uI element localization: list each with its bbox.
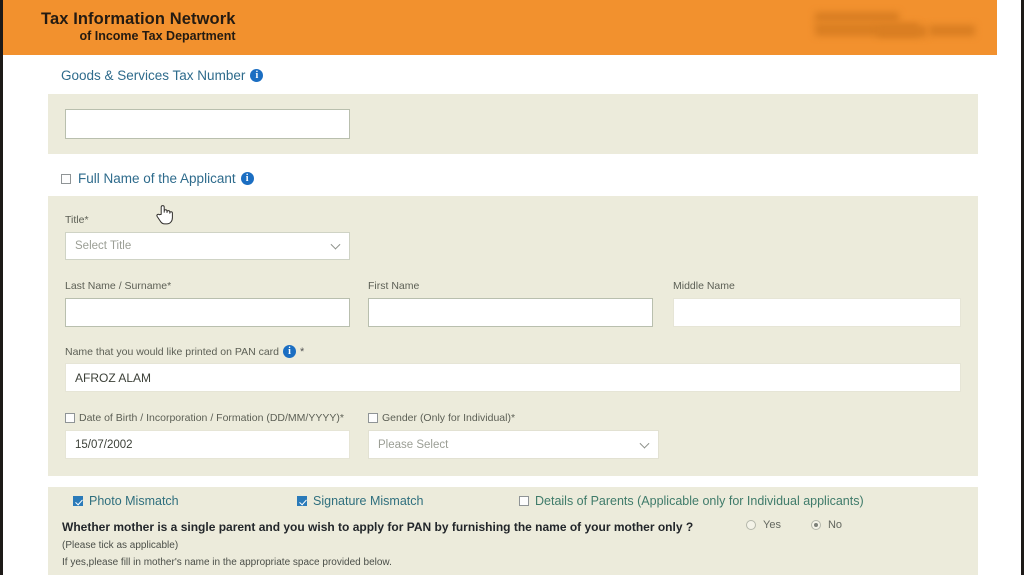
single-parent-no-radio[interactable] bbox=[810, 520, 821, 530]
pan-name-label: Name that you would like printed on PAN … bbox=[65, 345, 304, 358]
full-name-section-title: Full Name of the Applicant i bbox=[61, 171, 254, 186]
middle-name-input[interactable] bbox=[673, 298, 961, 327]
details-of-parents-checkbox[interactable] bbox=[519, 496, 529, 506]
title-label: Title* bbox=[65, 214, 89, 226]
signature-mismatch-checkbox[interactable] bbox=[297, 496, 307, 506]
single-parent-note-1: (Please tick as applicable) bbox=[62, 540, 179, 551]
gst-panel bbox=[48, 94, 978, 154]
brand-subtitle: of Income Tax Department bbox=[79, 28, 236, 43]
mismatch-panel: Photo Mismatch Signature Mismatch Detail… bbox=[48, 487, 978, 575]
dob-input[interactable] bbox=[65, 430, 350, 459]
first-name-input[interactable] bbox=[368, 298, 653, 327]
chevron-down-icon bbox=[639, 438, 650, 449]
dob-label-text: Date of Birth / Incorporation / Formatio… bbox=[79, 412, 344, 424]
single-parent-radio-group[interactable]: Yes No bbox=[746, 519, 842, 531]
dob-label: Date of Birth / Incorporation / Formatio… bbox=[65, 412, 344, 424]
page-body: Tax Information Network of Income Tax De… bbox=[3, 0, 1021, 575]
gender-label: Gender (Only for Individual)* bbox=[368, 412, 515, 424]
site-logo[interactable]: Tax Information Network of Income Tax De… bbox=[41, 10, 236, 43]
single-parent-no-label: No bbox=[827, 519, 843, 531]
info-icon[interactable]: i bbox=[250, 69, 264, 82]
gst-number-input[interactable] bbox=[65, 109, 350, 139]
title-select-value: Select Title bbox=[75, 240, 132, 252]
last-name-input[interactable] bbox=[65, 298, 350, 327]
pan-printed-name-input[interactable] bbox=[65, 363, 961, 392]
full-name-section-checkbox[interactable] bbox=[61, 173, 71, 184]
last-name-label: Last Name / Surname* bbox=[65, 280, 172, 292]
middle-name-label: Middle Name bbox=[673, 280, 735, 292]
title-select[interactable]: Select Title bbox=[65, 232, 350, 260]
details-of-parents-option[interactable]: Details of Parents (Applicable only for … bbox=[519, 494, 864, 508]
dob-checkbox[interactable] bbox=[65, 413, 75, 423]
single-parent-note-2: If yes,please fill in mother's name in t… bbox=[62, 557, 392, 568]
full-name-section-label: Full Name of the Applicant bbox=[78, 171, 236, 186]
pan-name-label-text: Name that you would like printed on PAN … bbox=[65, 345, 279, 358]
blurred-logo-icon bbox=[759, 10, 975, 44]
gst-section-title: Goods & Services Tax Number i bbox=[61, 68, 264, 83]
single-parent-question: Whether mother is a single parent and yo… bbox=[62, 520, 694, 534]
info-icon[interactable]: i bbox=[283, 345, 296, 358]
signature-mismatch-option[interactable]: Signature Mismatch bbox=[297, 494, 423, 508]
site-header: Tax Information Network of Income Tax De… bbox=[3, 0, 997, 55]
info-icon[interactable]: i bbox=[240, 172, 254, 185]
photo-mismatch-option[interactable]: Photo Mismatch bbox=[73, 494, 179, 508]
signature-mismatch-label: Signature Mismatch bbox=[313, 494, 424, 508]
gender-select[interactable]: Please Select bbox=[368, 430, 659, 459]
required-marker: * bbox=[300, 345, 305, 358]
photo-mismatch-label: Photo Mismatch bbox=[89, 494, 179, 508]
details-of-parents-label: Details of Parents (Applicable only for … bbox=[535, 494, 864, 508]
first-name-label: First Name bbox=[368, 280, 420, 292]
full-name-panel: Title* Select Title Last Name / Surname*… bbox=[48, 196, 978, 476]
gender-label-text: Gender (Only for Individual)* bbox=[382, 412, 516, 424]
brand-title: Tax Information Network bbox=[41, 10, 236, 28]
single-parent-yes-label: Yes bbox=[763, 519, 781, 531]
chevron-down-icon bbox=[330, 239, 341, 250]
gst-section-label: Goods & Services Tax Number bbox=[61, 68, 246, 83]
single-parent-yes-radio[interactable] bbox=[746, 520, 756, 530]
photo-mismatch-checkbox[interactable] bbox=[73, 496, 83, 506]
gender-select-value: Please Select bbox=[378, 438, 449, 451]
gender-checkbox[interactable] bbox=[368, 413, 378, 423]
